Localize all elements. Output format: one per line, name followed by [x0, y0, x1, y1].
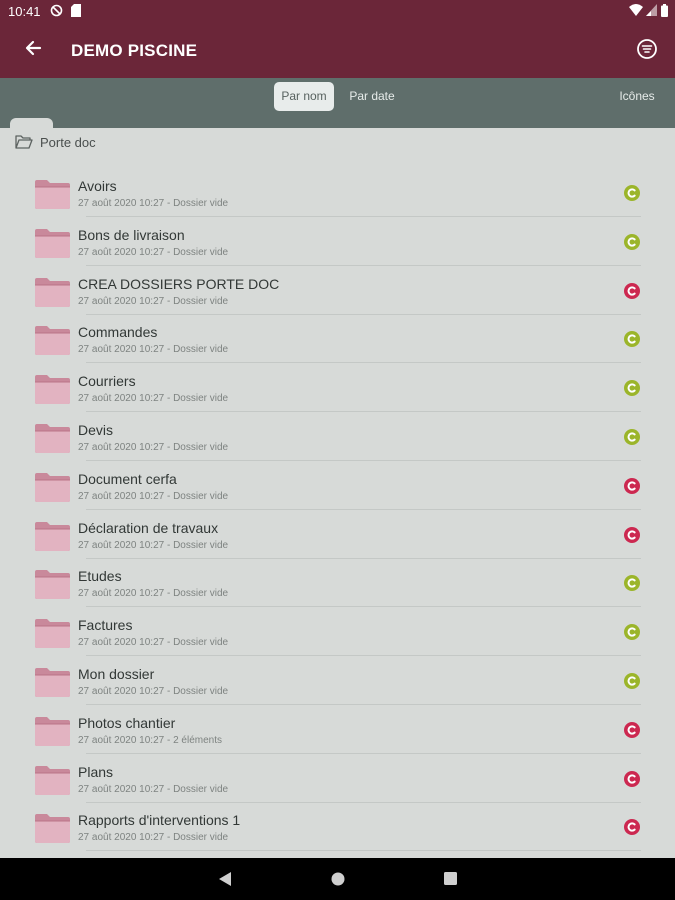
folder-row[interactable]: Rapports d'interventions 1 27 août 2020 1…: [0, 802, 675, 852]
folder-meta: 27 août 2020 10:27 - 2 éléments: [78, 734, 222, 746]
sync-icon: [50, 4, 63, 20]
folder-name: Plans: [78, 763, 114, 780]
folder-meta: 27 août 2020 10:27 - Dossier vide: [78, 686, 229, 697]
folder-row[interactable]: Factures 27 août 2020 10:27 - Dossier vid…: [0, 607, 675, 657]
folder-open-icon: [15, 135, 33, 149]
status-ok-icon[interactable]: [624, 380, 640, 397]
folder-icon: [35, 716, 70, 746]
folder-icon: [35, 180, 70, 209]
folder-name: Déclaration de travaux: [78, 519, 219, 536]
status-ok-icon[interactable]: [624, 185, 640, 201]
filter-list-icon[interactable]: [636, 38, 658, 60]
folder-name: Courriers: [78, 373, 136, 390]
status-ok-icon[interactable]: [624, 429, 640, 445]
page-title: DEMO PISCINE: [71, 41, 198, 60]
folder-meta: 27 août 2020 10:27 - Dossier vide: [78, 295, 229, 307]
folder-name: Factures: [78, 617, 133, 634]
folder-icon: [35, 424, 70, 453]
folder-row[interactable]: Etudes 27 août 2020 10:27 - Dossier vide: [0, 558, 675, 608]
folder-row[interactable]: Commandes 27 août 2020 10:27 - Dossier vi…: [0, 314, 675, 364]
folder-meta: 27 août 2020 10:27 - Dossier vide: [78, 393, 229, 405]
status-alert-icon[interactable]: [624, 721, 640, 738]
home-circle-icon[interactable]: [331, 872, 345, 891]
folder-icon: [35, 814, 70, 844]
folder-name: Document cerfa: [78, 470, 177, 487]
sort-by-date-button[interactable]: Par date: [342, 82, 402, 111]
folder-name: Avoirs: [78, 178, 117, 194]
folder-row[interactable]: Plans 27 août 2020 10:27 - Dossier vide: [0, 754, 675, 803]
folder-icon: [35, 472, 70, 502]
status-ok-icon[interactable]: [624, 331, 640, 348]
folder-row[interactable]: Avoirs 27 août 2020 10:27 - Dossier vide: [0, 168, 675, 217]
folder-name: Bons de livraison: [78, 226, 185, 243]
folder-icon: [35, 570, 70, 600]
folder-meta: 27 août 2020 10:27 - Dossier vide: [78, 246, 229, 258]
folder-icon: [35, 668, 70, 697]
folder-icon: [35, 619, 70, 649]
folder-row[interactable]: Déclaration de travaux 27 août 2020 10:27…: [0, 510, 675, 559]
status-ok-icon[interactable]: [624, 233, 640, 250]
folder-name: CREA DOSSIERS PORTE DOC: [78, 275, 280, 292]
breadcrumb[interactable]: Porte doc: [0, 128, 675, 158]
folder-meta: 27 août 2020 10:27 - Dossier vide: [78, 344, 229, 356]
status-alert-icon[interactable]: [624, 282, 640, 299]
app-bar: DEMO PISCINE: [0, 24, 675, 78]
system-nav-bar: [0, 858, 675, 900]
folder-icon: [35, 521, 70, 551]
status-alert-icon[interactable]: [624, 819, 640, 836]
folder-row[interactable]: Devis 27 août 2020 10:27 - Dossier vide: [0, 412, 675, 461]
folder-name: Commandes: [78, 324, 158, 341]
folder-meta: 27 août 2020 10:27 - Dossier vide: [78, 442, 229, 453]
back-triangle-icon[interactable]: [218, 871, 232, 892]
status-alert-icon[interactable]: [624, 477, 640, 494]
folder-meta: 27 août 2020 10:27 - Dossier vide: [78, 637, 229, 649]
wifi-icon: [629, 4, 643, 19]
sort-toolbar: Par nom Par date Icônes: [0, 78, 675, 128]
breadcrumb-label: Porte doc: [40, 135, 96, 150]
folder-row[interactable]: Document cerfa 27 août 2020 10:27 - Dossi…: [0, 461, 675, 510]
folder-meta: 27 août 2020 10:27 - Dossier vide: [78, 539, 229, 551]
folder-icon: [35, 326, 70, 356]
sd-card-icon: [71, 4, 81, 20]
folder-meta: 27 août 2020 10:27 - Dossier vide: [78, 783, 229, 795]
folder-row[interactable]: Courriers 27 août 2020 10:27 - Dossier vi…: [0, 363, 675, 413]
folder-row[interactable]: Bons de livraison 27 août 2020 10:27 - Do…: [0, 217, 675, 266]
folder-row[interactable]: Photos chantier 27 août 2020 10:27 - 2 él…: [0, 705, 675, 754]
battery-icon: [661, 4, 668, 20]
status-bar: 10:41: [0, 0, 675, 24]
status-ok-icon[interactable]: [624, 673, 640, 689]
row-divider: [86, 850, 641, 852]
folder-icon: [35, 228, 70, 258]
folder-row[interactable]: CREA DOSSIERS PORTE DOC 27 août 2020 10:2…: [0, 266, 675, 315]
folder-icon: [35, 375, 70, 405]
folder-name: Etudes: [78, 568, 122, 585]
folder-name: Photos chantier: [78, 714, 176, 731]
sort-by-name-button[interactable]: Par nom: [274, 82, 334, 111]
recents-square-icon[interactable]: [444, 872, 457, 890]
folder-meta: 27 août 2020 10:27 - Dossier vide: [78, 198, 229, 209]
folder-row[interactable]: Mon dossier 27 août 2020 10:27 - Dossier …: [0, 656, 675, 705]
view-mode-button[interactable]: Icônes: [610, 82, 664, 111]
folder-meta: 27 août 2020 10:27 - Dossier vide: [78, 490, 229, 502]
folder-icon: [35, 277, 70, 307]
signal-icon: [646, 4, 657, 19]
status-time: 10:41: [8, 4, 41, 19]
folder-name: Mon dossier: [78, 666, 155, 682]
status-alert-icon[interactable]: [624, 770, 640, 787]
folder-meta: 27 août 2020 10:27 - Dossier vide: [78, 832, 229, 844]
status-ok-icon[interactable]: [624, 624, 640, 641]
folder-meta: 27 août 2020 10:27 - Dossier vide: [78, 588, 229, 600]
folder-name: Rapports d'interventions 1: [78, 812, 241, 829]
status-ok-icon[interactable]: [624, 575, 640, 592]
folder-icon: [35, 765, 70, 795]
folder-list: Avoirs 27 août 2020 10:27 - Dossier vide B…: [0, 168, 675, 858]
arrow-left-icon[interactable]: [22, 36, 46, 60]
status-alert-icon[interactable]: [624, 526, 640, 543]
folder-name: Devis: [78, 422, 114, 438]
